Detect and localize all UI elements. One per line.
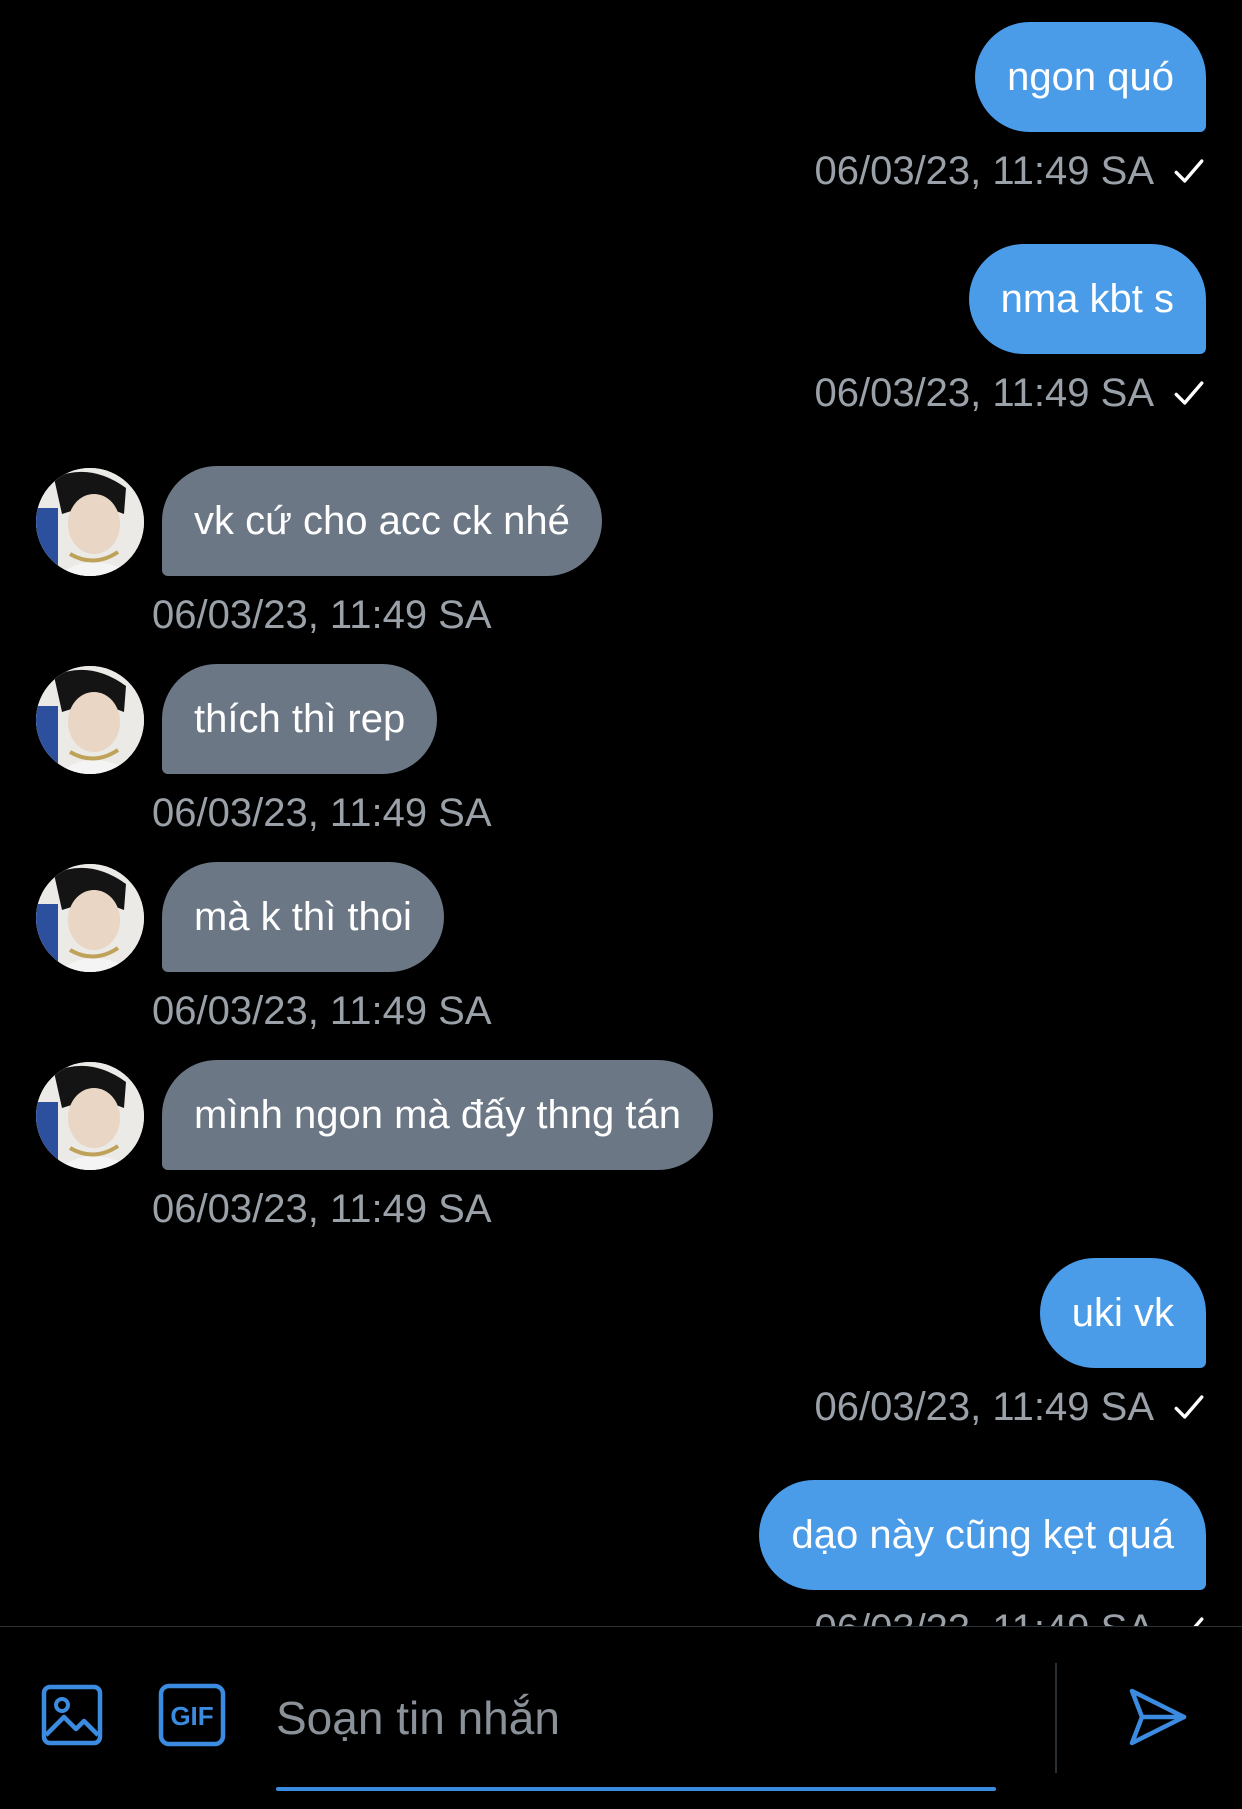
image-icon[interactable] bbox=[40, 1683, 104, 1747]
message-text: vk cứ cho acc ck nhé bbox=[194, 499, 570, 543]
message-input[interactable] bbox=[276, 1677, 996, 1759]
avatar[interactable] bbox=[36, 1062, 144, 1170]
sent-check-icon bbox=[1174, 159, 1204, 183]
message-bubble-outgoing[interactable]: ngon quó bbox=[975, 22, 1206, 132]
message-meta: 06/03/23, 11:49 SA bbox=[152, 986, 492, 1036]
message-bubble-incoming[interactable]: thích thì rep bbox=[162, 664, 438, 774]
message-text: nma kbt s bbox=[1000, 277, 1174, 321]
message-text: dạo này cũng kẹt quá bbox=[791, 1513, 1174, 1557]
message-timestamp: 06/03/23, 11:49 SA bbox=[152, 791, 492, 835]
sent-check-icon bbox=[1174, 1395, 1204, 1419]
message-meta: 06/03/23, 11:49 SA bbox=[814, 146, 1206, 196]
message-text: mình ngon mà đấy thng tán bbox=[194, 1093, 681, 1137]
avatar-image bbox=[36, 1062, 144, 1170]
message-bubble-incoming[interactable]: mà k thì thoi bbox=[162, 862, 444, 972]
message-timestamp: 06/03/23, 11:49 SA bbox=[152, 1187, 492, 1231]
message-bubble-incoming[interactable]: vk cứ cho acc ck nhé bbox=[162, 466, 602, 576]
composer-divider bbox=[1055, 1663, 1057, 1773]
input-underline bbox=[276, 1787, 996, 1791]
message-meta: 06/03/23, 11:49 SA bbox=[152, 1184, 492, 1234]
message-bubble-outgoing[interactable]: dạo này cũng kẹt quá bbox=[759, 1480, 1206, 1590]
message-bubble-outgoing[interactable]: uki vk bbox=[1039, 1258, 1206, 1368]
message-timestamp: 06/03/23, 11:49 SA bbox=[152, 989, 492, 1033]
message-meta: 06/03/23, 11:49 SA bbox=[814, 1604, 1206, 1626]
avatar-image bbox=[36, 864, 144, 972]
message-timestamp: 06/03/23, 11:49 SA bbox=[814, 371, 1154, 415]
avatar[interactable] bbox=[36, 864, 144, 972]
sent-check-icon bbox=[1174, 381, 1204, 405]
message-timestamp: 06/03/23, 11:49 SA bbox=[814, 1385, 1154, 1429]
message-timestamp: 06/03/23, 11:49 SA bbox=[814, 149, 1154, 193]
message-text: thích thì rep bbox=[194, 697, 406, 741]
sent-check-icon bbox=[1193, 1617, 1204, 1626]
message-timestamp: 06/03/23, 11:49 SA bbox=[814, 1607, 1154, 1626]
message-bubble-outgoing[interactable]: nma kbt s bbox=[968, 244, 1206, 354]
avatar-image bbox=[36, 468, 144, 576]
avatar[interactable] bbox=[36, 666, 144, 774]
gif-button[interactable]: GIF bbox=[158, 1683, 226, 1747]
message-composer: GIF bbox=[0, 1626, 1242, 1809]
message-text: ngon quó bbox=[1007, 55, 1174, 99]
message-meta: 06/03/23, 11:49 SA bbox=[814, 1382, 1206, 1432]
message-meta: 06/03/23, 11:49 SA bbox=[152, 788, 492, 838]
avatar-image bbox=[36, 666, 144, 774]
message-list[interactable]: ngon quó 06/03/23, 11:49 SA nma kbt s 06… bbox=[0, 0, 1242, 1626]
gif-button-label: GIF bbox=[170, 1701, 213, 1731]
message-meta: 06/03/23, 11:49 SA bbox=[814, 368, 1206, 418]
avatar[interactable] bbox=[36, 468, 144, 576]
message-timestamp: 06/03/23, 11:49 SA bbox=[152, 593, 492, 637]
message-meta: 06/03/23, 11:49 SA bbox=[152, 590, 492, 640]
message-text: mà k thì thoi bbox=[194, 895, 412, 939]
send-icon[interactable] bbox=[1126, 1685, 1190, 1749]
message-text: uki vk bbox=[1071, 1291, 1174, 1335]
message-bubble-incoming[interactable]: mình ngon mà đấy thng tán bbox=[162, 1060, 713, 1170]
